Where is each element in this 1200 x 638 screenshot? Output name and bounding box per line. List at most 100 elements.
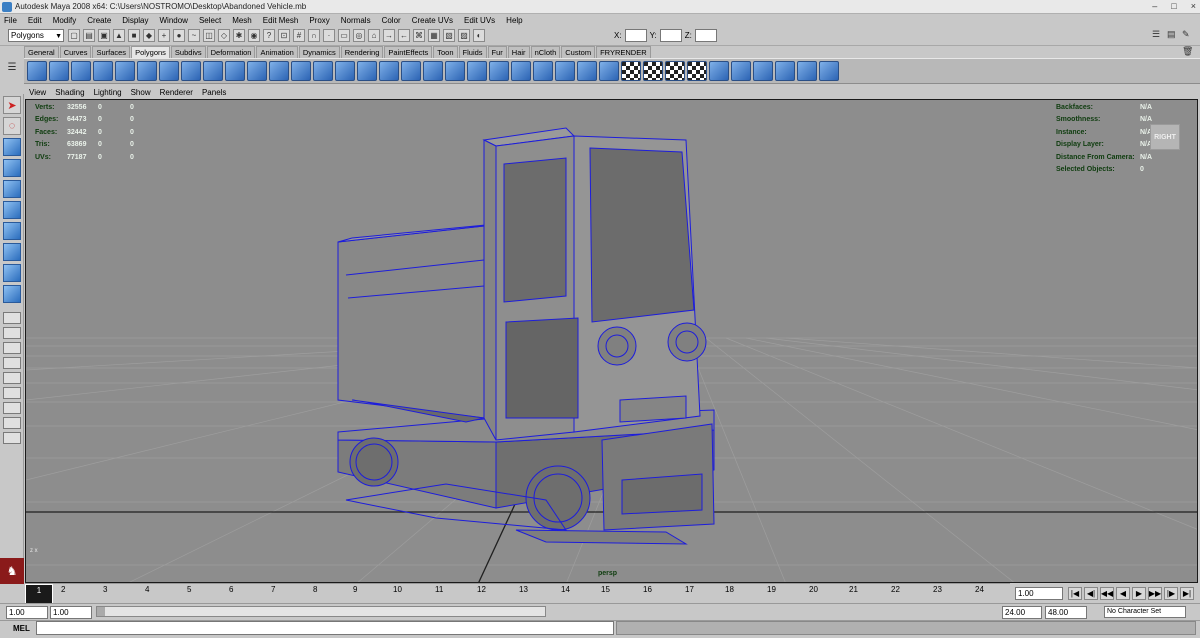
layout-uv-editor-icon[interactable] xyxy=(3,417,21,429)
bridge-icon[interactable] xyxy=(379,61,399,81)
trash-icon[interactable]: 🗑 xyxy=(1182,46,1194,58)
offset-edge-loop-icon[interactable] xyxy=(467,61,487,81)
layout-hypershade-icon[interactable] xyxy=(3,372,21,384)
step-forward-key-icon[interactable]: ▶▶ xyxy=(1148,587,1162,600)
menu-modify[interactable]: Modify xyxy=(53,16,77,25)
render-frame-icon[interactable]: ▦ xyxy=(428,29,440,42)
shelf-tab-fryrender[interactable]: FRYRENDER xyxy=(596,46,651,58)
channel-box-icon[interactable]: ☰ xyxy=(1152,29,1164,41)
poly-pyramid-icon[interactable] xyxy=(181,61,201,81)
insert-edge-loop-icon[interactable] xyxy=(445,61,465,81)
end-time-field[interactable]: 48.00 xyxy=(1045,606,1087,619)
scale-tool-icon[interactable] xyxy=(3,201,21,219)
step-forward-frame-icon[interactable]: |▶ xyxy=(1164,587,1178,600)
play-forwards-icon[interactable]: ▶ xyxy=(1132,587,1146,600)
rotate-tool-icon[interactable] xyxy=(3,180,21,198)
new-scene-icon[interactable]: ▢ xyxy=(68,29,80,42)
combine-icon[interactable] xyxy=(247,61,267,81)
go-to-end-icon[interactable]: ▶| xyxy=(1180,587,1194,600)
extrude-icon[interactable] xyxy=(357,61,377,81)
select-curve-icon[interactable]: ~ xyxy=(188,29,200,42)
menu-proxy[interactable]: Proxy xyxy=(309,16,329,25)
cleanup-icon[interactable] xyxy=(775,61,795,81)
vehicle-model[interactable] xyxy=(337,127,715,545)
input-ops-icon[interactable]: → xyxy=(383,29,395,42)
current-frame-marker[interactable]: 1 xyxy=(25,584,53,604)
wedge-icon[interactable] xyxy=(599,61,619,81)
mirror-geometry-icon[interactable] xyxy=(335,61,355,81)
snap-grid-icon[interactable]: # xyxy=(293,29,305,42)
separate-icon[interactable] xyxy=(269,61,289,81)
current-time-field[interactable]: 1.00 xyxy=(1015,587,1063,600)
mel-command-input[interactable] xyxy=(36,621,614,635)
start-time-field[interactable]: 1.00 xyxy=(6,606,48,619)
select-misc-icon[interactable]: ? xyxy=(263,29,275,42)
construction-history-icon[interactable]: ⌘ xyxy=(413,29,425,42)
menu-help[interactable]: Help xyxy=(506,16,522,25)
select-render-icon[interactable]: ◉ xyxy=(248,29,260,42)
shelf-tab-deformation[interactable]: Deformation xyxy=(206,46,256,58)
poly-pipe-icon[interactable] xyxy=(203,61,223,81)
shelf-tab-surfaces[interactable]: Surfaces xyxy=(92,46,131,58)
save-scene-icon[interactable]: ▣ xyxy=(98,29,110,42)
bevel-icon[interactable] xyxy=(489,61,509,81)
shelf-tab-rendering[interactable]: Rendering xyxy=(340,46,384,58)
layout-menu-icon[interactable] xyxy=(3,432,21,444)
poly-cone-icon[interactable] xyxy=(93,61,113,81)
step-back-frame-icon[interactable]: ◀| xyxy=(1084,587,1098,600)
range-slider-handle[interactable] xyxy=(97,607,105,616)
select-surface-icon[interactable]: ◫ xyxy=(203,29,215,42)
mel-label[interactable]: MEL xyxy=(13,624,30,633)
shelf-tab-ncloth[interactable]: nCloth xyxy=(530,46,561,58)
triangulate-icon[interactable] xyxy=(797,61,817,81)
collapse-icon[interactable] xyxy=(533,61,553,81)
sculpt-icon[interactable] xyxy=(731,61,751,81)
attribute-editor-icon[interactable]: ▤ xyxy=(1167,29,1179,41)
shelf-tab-painteffects[interactable]: PaintEffects xyxy=(384,46,433,58)
panel-menu-shading[interactable]: Shading xyxy=(55,88,84,99)
shelf-tab-subdivs[interactable]: Subdivs xyxy=(170,46,206,58)
shelf-tab-polygons[interactable]: Polygons xyxy=(131,46,170,58)
history-icon[interactable]: ⌂ xyxy=(368,29,380,42)
spherical-mapping-icon[interactable] xyxy=(665,61,685,81)
panel-menu-view[interactable]: View xyxy=(29,88,46,99)
split-polygon-icon[interactable] xyxy=(423,61,443,81)
select-component-icon[interactable]: ◆ xyxy=(143,29,155,42)
poke-icon[interactable] xyxy=(577,61,597,81)
live-surface-icon[interactable]: ◎ xyxy=(353,29,365,42)
select-hierarchy-icon[interactable]: ▲ xyxy=(113,29,125,42)
shelf-tab-toon[interactable]: Toon xyxy=(433,46,458,58)
menu-file[interactable]: File xyxy=(4,16,17,25)
smooth-icon[interactable] xyxy=(291,61,311,81)
poly-prism-icon[interactable] xyxy=(159,61,179,81)
menu-mesh[interactable]: Mesh xyxy=(232,16,252,25)
snap-plane-icon[interactable]: ▭ xyxy=(338,29,350,42)
layout-four-icon[interactable] xyxy=(3,327,21,339)
poly-sphere-icon[interactable] xyxy=(27,61,47,81)
menu-edit-uvs[interactable]: Edit UVs xyxy=(464,16,495,25)
append-polygon-icon[interactable] xyxy=(401,61,421,81)
shelf-tab-custom[interactable]: Custom xyxy=(561,46,596,58)
maximize-icon[interactable]: □ xyxy=(1171,1,1176,11)
boolean-icon[interactable] xyxy=(313,61,333,81)
menu-normals[interactable]: Normals xyxy=(341,16,371,25)
tool-settings-icon[interactable]: ✎ xyxy=(1182,29,1194,41)
shelf-tab-general[interactable]: General xyxy=(24,46,59,58)
move-tool-icon[interactable] xyxy=(3,159,21,177)
view-cube[interactable]: RIGHT xyxy=(1150,124,1180,150)
layout-custom-icon[interactable] xyxy=(3,402,21,414)
output-ops-icon[interactable]: ← xyxy=(398,29,410,42)
open-scene-icon[interactable]: ▤ xyxy=(83,29,95,42)
shelf-tab-hair[interactable]: Hair xyxy=(507,46,530,58)
render-settings-icon[interactable]: ▨ xyxy=(458,29,470,42)
menu-create[interactable]: Create xyxy=(87,16,111,25)
panel-menu-renderer[interactable]: Renderer xyxy=(160,88,193,99)
select-dynamic-icon[interactable]: ✱ xyxy=(233,29,245,42)
step-back-key-icon[interactable]: ◀◀ xyxy=(1100,587,1114,600)
menu-display[interactable]: Display xyxy=(122,16,148,25)
snap-curve-icon[interactable]: ∩ xyxy=(308,29,320,42)
reduce-icon[interactable] xyxy=(753,61,773,81)
close-icon[interactable]: × xyxy=(1191,1,1196,11)
merge-vertices-icon[interactable] xyxy=(511,61,531,81)
anim-start-field[interactable]: 1.00 xyxy=(50,606,92,619)
